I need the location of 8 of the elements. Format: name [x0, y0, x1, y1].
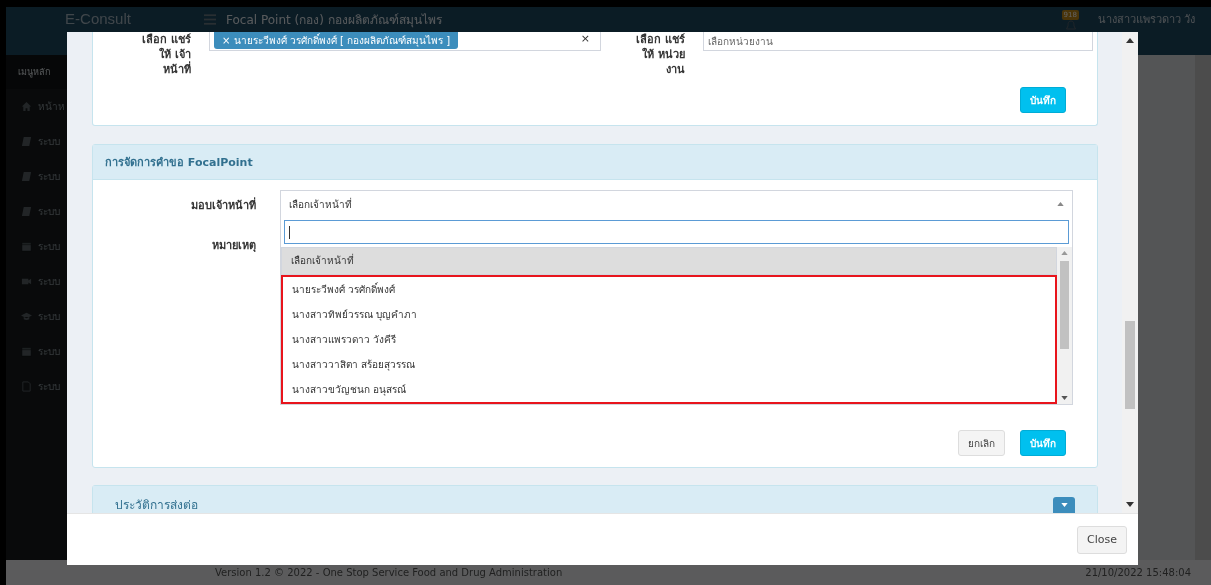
- field-label: มอบเจ้าหน้าที่: [190, 196, 256, 214]
- field-label: หมายเหตุ: [211, 238, 256, 254]
- timestamp: 21/10/2022 15:48:04: [1085, 567, 1191, 578]
- panel-title: การจัดการคำขอ FocalPoint: [105, 156, 253, 169]
- page-title: Focal Point (กอง) กองผลิตภัณฑ์สมุนไพร: [226, 12, 442, 29]
- field-label: เลือก แชร์ให้ หน่วยงาน: [635, 32, 685, 77]
- panel-title: ประวัติการส่งต่อ: [115, 497, 198, 513]
- version-text: Version 1.2 © 2022 - One Stop Service Food and Drug Administration: [215, 567, 563, 578]
